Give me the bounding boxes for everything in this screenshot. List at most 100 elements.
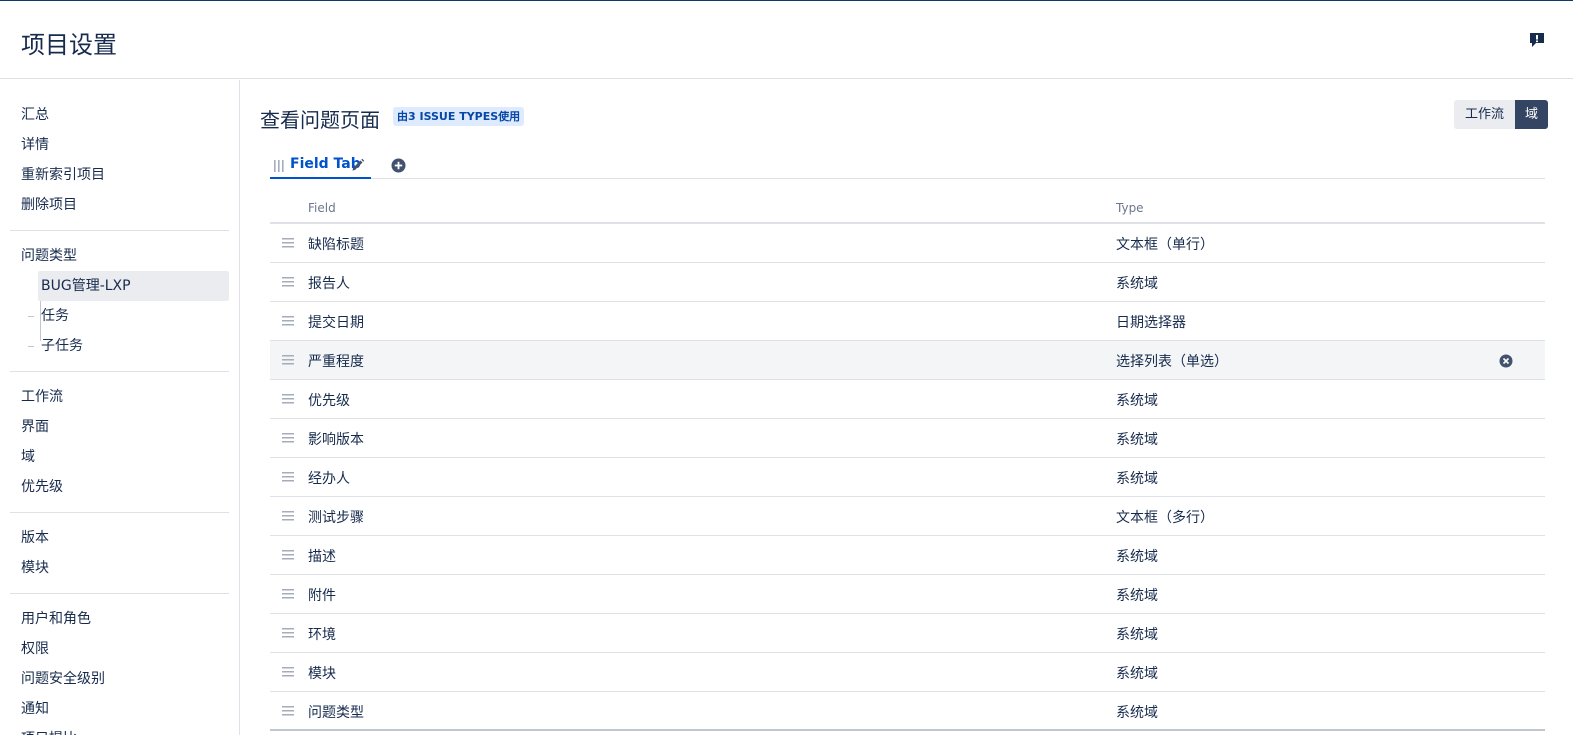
nav-item-permissions[interactable]: 权限 <box>10 634 229 664</box>
nav-item-fields[interactable]: 域 <box>10 442 229 472</box>
field-type: 系统域 <box>1116 432 1158 448</box>
nav-item-components[interactable]: 模块 <box>10 553 229 583</box>
main-content: 查看问题页面 由3 ISSUE TYPES使用 工作流 域 Field Tab … <box>260 80 1555 735</box>
sidebar: 汇总 详情 重新索引项目 删除项目 问题类型 BUG管理-LXP 任务 子任务 … <box>0 80 240 735</box>
column-header-type: Type <box>1116 201 1144 215</box>
drag-handle-icon[interactable] <box>274 160 284 172</box>
field-type: 系统域 <box>1116 471 1158 487</box>
page-header: 项目设置 <box>0 1 1573 79</box>
nav-item-notifications[interactable]: 通知 <box>10 694 229 724</box>
nav-item-priorities[interactable]: 优先级 <box>10 472 229 502</box>
tree-tick <box>28 346 34 347</box>
field-name: 缺陷标题 <box>308 237 364 253</box>
table-row[interactable]: 优先级 系统域 <box>270 380 1545 419</box>
table-row[interactable]: 附件 系统域 <box>270 575 1545 614</box>
fields-button[interactable]: 域 <box>1515 100 1549 129</box>
field-name: 经办人 <box>308 471 350 487</box>
nav-item-reindex[interactable]: 重新索引项目 <box>10 160 229 190</box>
field-type: 系统域 <box>1116 549 1158 565</box>
nav-divider <box>10 593 229 594</box>
table-row[interactable]: 测试步骤 文本框（多行） <box>270 497 1545 536</box>
column-header-field: Field <box>308 201 336 215</box>
drag-handle-icon[interactable] <box>282 355 294 365</box>
drag-handle-icon[interactable] <box>282 472 294 482</box>
field-type: 选择列表（单选） <box>1116 354 1228 370</box>
field-name: 问题类型 <box>308 705 364 721</box>
field-name: 模块 <box>308 666 336 682</box>
table-header: Field Type <box>270 190 1545 224</box>
drag-handle-icon[interactable] <box>282 277 294 287</box>
nav-group-permissions: 用户和角色 权限 问题安全级别 通知 项目提比 <box>0 604 239 735</box>
field-name: 附件 <box>308 588 336 604</box>
drag-handle-icon[interactable] <box>282 511 294 521</box>
field-type: 系统域 <box>1116 276 1158 292</box>
field-type: 系统域 <box>1116 666 1158 682</box>
drag-handle-icon[interactable] <box>282 238 294 248</box>
field-name: 影响版本 <box>308 432 364 448</box>
field-name: 严重程度 <box>308 354 364 370</box>
fields-table: Field Type 缺陷标题 文本框（单行） 报告人 系统域 提交日期 日期选择器 严重程… <box>270 190 1545 731</box>
nav-item-bug-lxp[interactable]: BUG管理-LXP <box>38 271 229 301</box>
field-type: 日期选择器 <box>1116 315 1186 331</box>
table-row[interactable]: 描述 系统域 <box>270 536 1545 575</box>
nav-group-issue-types: 问题类型 BUG管理-LXP 任务 子任务 <box>0 241 239 361</box>
nav-item-subtask[interactable]: 子任务 <box>28 331 229 361</box>
field-name: 报告人 <box>308 276 350 292</box>
table-row[interactable]: 模块 系统域 <box>270 653 1545 692</box>
nav-item-details[interactable]: 详情 <box>10 130 229 160</box>
nav-item-more[interactable]: 项目提比 <box>10 724 229 735</box>
drag-handle-icon[interactable] <box>282 394 294 404</box>
drag-handle-icon[interactable] <box>282 316 294 326</box>
nav-divider <box>10 512 229 513</box>
pencil-icon[interactable] <box>351 158 365 172</box>
field-type: 文本框（多行） <box>1116 510 1214 526</box>
field-name: 优先级 <box>308 393 350 409</box>
table-row[interactable]: 缺陷标题 文本框（单行） <box>270 224 1545 263</box>
remove-field-icon[interactable] <box>1499 354 1513 368</box>
drag-handle-icon[interactable] <box>282 667 294 677</box>
table-row[interactable]: 影响版本 系统域 <box>270 419 1545 458</box>
field-name: 描述 <box>308 549 336 565</box>
nav-item-issue-types[interactable]: 问题类型 <box>10 241 229 271</box>
table-row[interactable]: 报告人 系统域 <box>270 263 1545 302</box>
nav-item-task[interactable]: 任务 <box>28 301 229 331</box>
usage-lozenge[interactable]: 由3 ISSUE TYPES使用 <box>393 107 525 126</box>
nav-item-screens[interactable]: 界面 <box>10 412 229 442</box>
page-title: 项目设置 <box>21 31 117 59</box>
nav-item-workflows[interactable]: 工作流 <box>10 382 229 412</box>
field-type: 文本框（单行） <box>1116 237 1214 253</box>
workflow-button[interactable]: 工作流 <box>1454 100 1516 129</box>
field-name: 环境 <box>308 627 336 643</box>
table-row[interactable]: 提交日期 日期选择器 <box>270 302 1545 341</box>
field-type: 系统域 <box>1116 588 1158 604</box>
screen-title: 查看问题页面 <box>260 108 380 132</box>
nav-divider <box>10 230 229 231</box>
table-body: 缺陷标题 文本框（单行） 报告人 系统域 提交日期 日期选择器 严重程度 选择列表（单选） 优先… <box>270 224 1545 731</box>
table-row[interactable]: 环境 系统域 <box>270 614 1545 653</box>
feedback-icon[interactable] <box>1528 31 1546 49</box>
drag-handle-icon[interactable] <box>282 433 294 443</box>
table-row[interactable]: 经办人 系统域 <box>270 458 1545 497</box>
issue-type-tree: BUG管理-LXP 任务 子任务 <box>10 271 229 361</box>
drag-handle-icon[interactable] <box>282 589 294 599</box>
nav-group-versions: 版本 模块 <box>0 523 239 583</box>
nav-group-config: 工作流 界面 域 优先级 <box>0 382 239 502</box>
view-toggle: 工作流 域 <box>1454 100 1549 129</box>
nav-item-delete-project[interactable]: 删除项目 <box>10 190 229 220</box>
drag-handle-icon[interactable] <box>282 550 294 560</box>
tab-field-tab[interactable]: Field Tab <box>270 150 371 179</box>
field-type: 系统域 <box>1116 705 1158 721</box>
field-name: 测试步骤 <box>308 510 364 526</box>
drag-handle-icon[interactable] <box>282 706 294 716</box>
drag-handle-icon[interactable] <box>282 628 294 638</box>
nav-group-project: 汇总 详情 重新索引项目 删除项目 <box>0 100 239 220</box>
add-tab-icon[interactable] <box>391 158 406 173</box>
table-row[interactable]: 问题类型 系统域 <box>270 692 1545 731</box>
nav-item-users-roles[interactable]: 用户和角色 <box>10 604 229 634</box>
field-type: 系统域 <box>1116 627 1158 643</box>
nav-item-bug-lxp-label: BUG管理-LXP <box>41 278 131 294</box>
nav-item-summary[interactable]: 汇总 <box>10 100 229 130</box>
nav-item-issue-security[interactable]: 问题安全级别 <box>10 664 229 694</box>
nav-item-versions[interactable]: 版本 <box>10 523 229 553</box>
table-row[interactable]: 严重程度 选择列表（单选） <box>270 341 1545 380</box>
